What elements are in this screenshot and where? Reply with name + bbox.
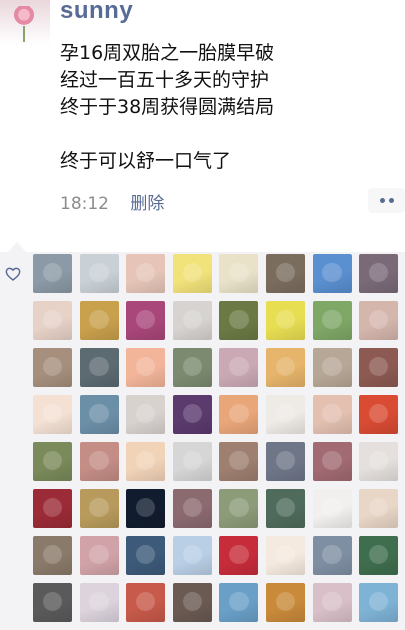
liker-avatar[interactable] [33,489,72,528]
liker-avatar[interactable] [172,348,212,387]
heart-outline-icon [5,267,21,281]
liker-avatar[interactable] [126,395,166,434]
more-button[interactable] [368,188,405,213]
liker-avatar[interactable] [359,536,399,575]
liker-avatar[interactable] [172,442,212,481]
moments-post: sunny 孕16周双胎之一胎膜早破 经过一百五十多天的守护 终于于38周获得圆… [0,0,405,630]
liker-avatar[interactable] [219,536,259,575]
post-line: 终于于38周获得圆满结局 [60,96,275,118]
liker-avatar[interactable] [219,583,259,622]
post-line: 孕16周双胎之一胎膜早破 [60,42,275,64]
liker-avatar[interactable] [33,348,72,387]
post-meta: 18:12 删除 [60,189,164,214]
liker-avatar[interactable] [359,489,399,528]
liker-avatar[interactable] [172,254,212,293]
liker-avatar[interactable] [172,489,212,528]
liker-avatar[interactable] [312,395,352,434]
avatar[interactable] [0,0,50,45]
liker-avatar[interactable] [359,442,399,481]
liker-avatar[interactable] [33,301,72,340]
liker-avatar[interactable] [172,301,212,340]
liker-avatar[interactable] [359,254,399,293]
liker-avatar[interactable] [126,442,166,481]
liker-avatar[interactable] [265,489,305,528]
liker-avatar[interactable] [126,489,166,528]
liker-avatar[interactable] [126,254,166,293]
liker-avatar[interactable] [219,348,259,387]
liker-avatar[interactable] [359,301,399,340]
username[interactable]: sunny [60,0,133,25]
liker-avatar[interactable] [33,536,72,575]
liker-avatar[interactable] [79,395,119,434]
post-line: 经过一百五十多天的守护 [60,69,270,91]
liker-avatar[interactable] [33,442,72,481]
liker-avatar[interactable] [172,536,212,575]
liker-avatar[interactable] [219,395,259,434]
liker-avatar[interactable] [265,301,305,340]
liker-avatar[interactable] [359,348,399,387]
liker-avatar[interactable] [312,489,352,528]
delete-button[interactable]: 删除 [130,194,164,214]
liker-avatar[interactable] [265,442,305,481]
liker-avatar[interactable] [312,348,352,387]
liker-avatar[interactable] [79,348,119,387]
likes-avatar-grid [33,254,399,622]
liker-avatar[interactable] [79,442,119,481]
flower-stem [23,26,25,42]
liker-avatar[interactable] [126,583,166,622]
liker-avatar[interactable] [312,583,352,622]
post-time: 18:12 [60,194,109,214]
liker-avatar[interactable] [219,254,259,293]
liker-avatar[interactable] [33,395,72,434]
liker-avatar[interactable] [359,395,399,434]
liker-avatar[interactable] [265,254,305,293]
liker-avatar[interactable] [219,489,259,528]
post-line: 终于可以舒一口气了 [60,150,232,172]
liker-avatar[interactable] [79,489,119,528]
liker-avatar[interactable] [172,583,212,622]
liker-avatar[interactable] [265,583,305,622]
liker-avatar[interactable] [312,536,352,575]
liker-avatar[interactable] [33,254,72,293]
flower-icon [14,6,34,28]
post-text: 孕16周双胎之一胎膜早破 经过一百五十多天的守护 终于于38周获得圆满结局 终于… [60,40,390,175]
liker-avatar[interactable] [265,348,305,387]
more-dot [379,198,385,203]
liker-avatar[interactable] [79,254,119,293]
liker-avatar[interactable] [33,583,72,622]
liker-avatar[interactable] [265,395,305,434]
liker-avatar[interactable] [172,395,212,434]
liker-avatar[interactable] [219,442,259,481]
likes-pointer [8,242,26,252]
liker-avatar[interactable] [126,536,166,575]
liker-avatar[interactable] [126,348,166,387]
liker-avatar[interactable] [79,536,119,575]
liker-avatar[interactable] [126,301,166,340]
liker-avatar[interactable] [312,254,352,293]
liker-avatar[interactable] [79,583,119,622]
liker-avatar[interactable] [359,583,399,622]
liker-avatar[interactable] [219,301,259,340]
liker-avatar[interactable] [312,442,352,481]
liker-avatar[interactable] [79,301,119,340]
liker-avatar[interactable] [265,536,305,575]
liker-avatar[interactable] [312,301,352,340]
more-dot [388,198,394,203]
